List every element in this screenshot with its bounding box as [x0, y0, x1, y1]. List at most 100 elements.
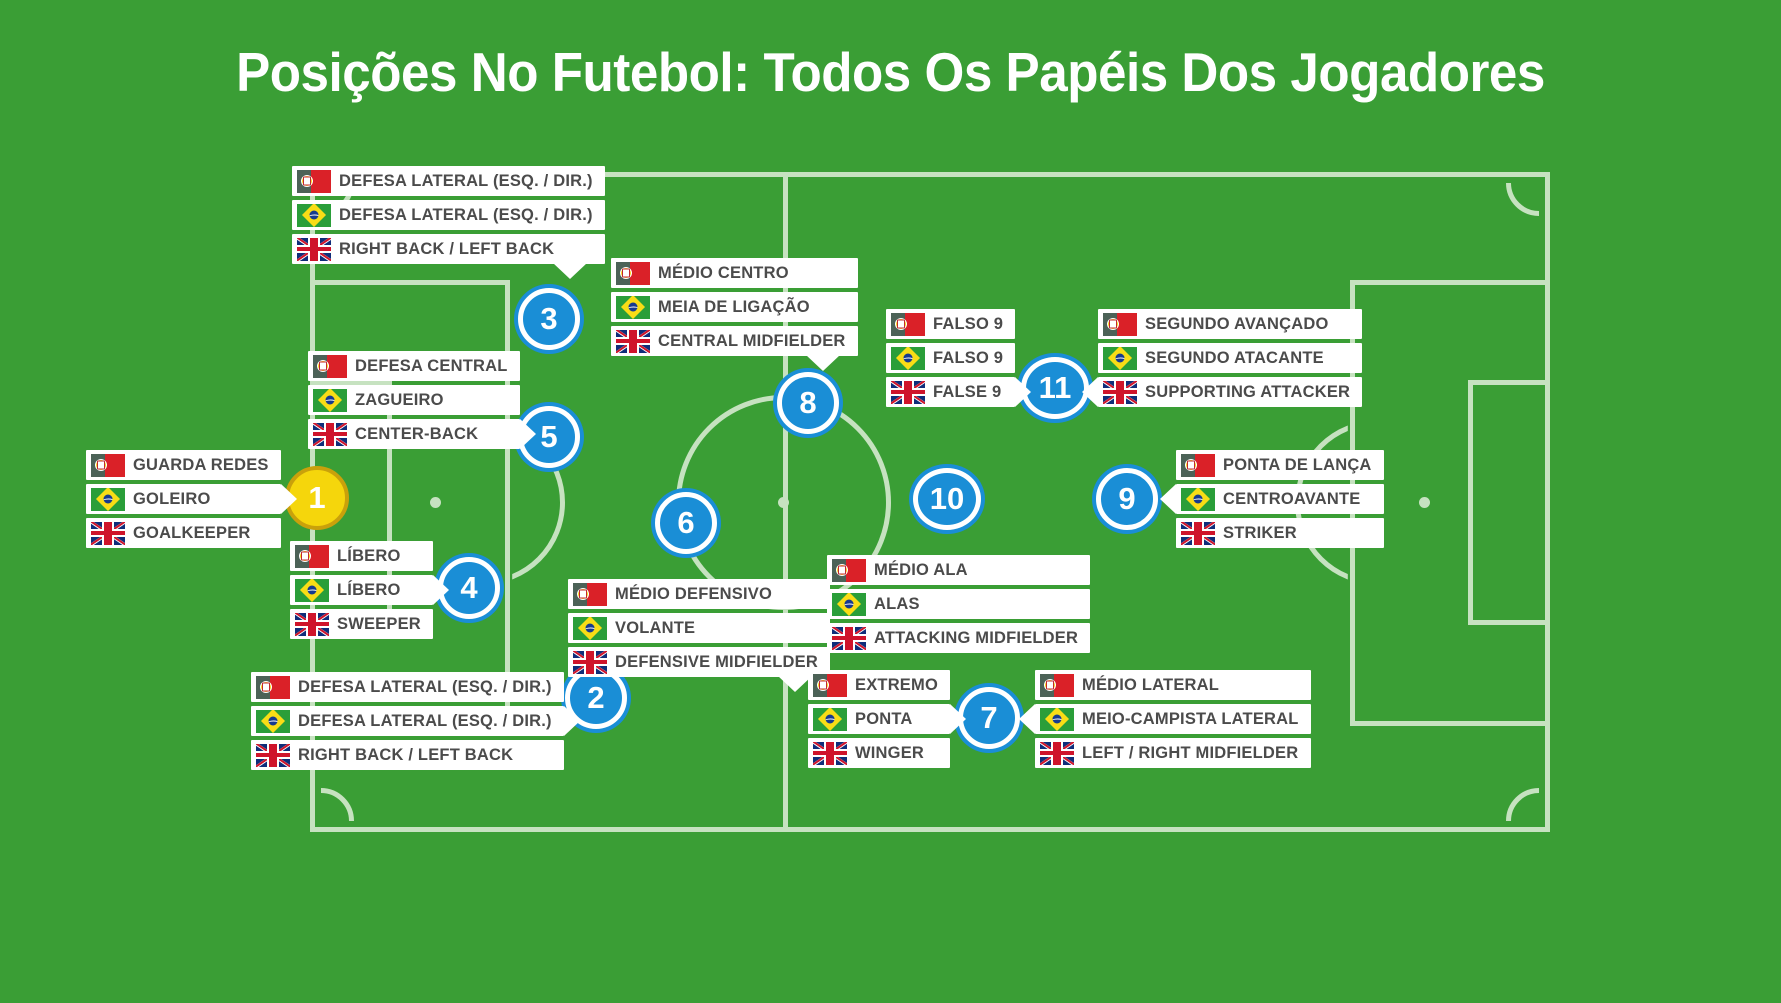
portugal-flag-icon [1103, 312, 1137, 336]
label-row[interactable]: SWEEPER [290, 609, 433, 639]
uk-flag-icon [91, 521, 125, 545]
label-group-11: FALSO 9 FALSO 9 FALSE 9 [886, 309, 1032, 407]
label-group-2: DEFESA LATERAL (ESQ. / DIR.) DEFESA LATE… [251, 672, 580, 770]
label-row[interactable]: WINGER [808, 738, 950, 768]
position-label: CENTER-BACK [355, 424, 479, 443]
position-label: FALSE 9 [933, 382, 1002, 401]
position-circle-3[interactable]: 3 [518, 288, 580, 350]
label-row[interactable]: LÍBERO [290, 541, 433, 571]
label-row[interactable]: GOALKEEPER [86, 518, 281, 548]
label-row[interactable]: PONTA DE LANÇA [1176, 450, 1384, 480]
label-row[interactable]: MÉDIO LATERAL [1035, 670, 1311, 700]
uk-flag-icon [1181, 521, 1215, 545]
position-label: SEGUNDO AVANÇADO [1145, 314, 1329, 333]
label-row[interactable]: MÉDIO DEFENSIVO [568, 579, 830, 609]
position-number: 3 [540, 301, 558, 336]
label-row[interactable]: DEFESA LATERAL (ESQ. / DIR.) [292, 166, 605, 196]
position-label: PONTA DE LANÇA [1223, 455, 1372, 474]
label-row[interactable]: FALSE 9 [886, 377, 1032, 407]
position-number: 5 [540, 419, 558, 454]
brazil-flag-icon [91, 487, 125, 511]
label-row[interactable]: MÉDIO CENTRO [611, 258, 858, 288]
label-row[interactable]: SEGUNDO ATACANTE [1098, 343, 1363, 373]
label-group-5: DEFESA CENTRAL ZAGUEIRO CENTER-BACK [308, 351, 536, 449]
portugal-flag-icon [616, 261, 650, 285]
position-label: MÉDIO ALA [874, 560, 968, 579]
page-title: Posições No Futebol: Todos Os Papéis Dos… [236, 41, 1545, 103]
position-number: 9 [1118, 481, 1136, 516]
label-row[interactable]: VOLANTE [568, 613, 830, 643]
label-row[interactable]: LÍBERO [290, 575, 449, 605]
position-number: 11 [1038, 370, 1072, 405]
label-row[interactable]: FALSO 9 [886, 309, 1016, 339]
label-row[interactable]: DEFESA LATERAL (ESQ. / DIR.) [251, 706, 580, 736]
position-label: ZAGUEIRO [355, 390, 444, 409]
left-penalty-spot [430, 497, 441, 508]
label-row[interactable]: ZAGUEIRO [308, 385, 520, 415]
position-circle-11[interactable]: 11 [1021, 357, 1089, 419]
position-label: ALAS [874, 594, 920, 613]
label-row[interactable]: SUPPORTING ATTACKER [1081, 377, 1363, 407]
label-row[interactable]: SEGUNDO AVANÇADO [1098, 309, 1363, 339]
label-row[interactable]: EXTREMO [808, 670, 950, 700]
label-row[interactable]: GOLEIRO [86, 484, 297, 514]
label-row[interactable]: ALAS [827, 589, 1091, 619]
position-label: RIGHT BACK / LEFT BACK [298, 745, 514, 764]
label-group-10: MÉDIO ALA ALAS ATTACKING MIDFIELDER [827, 555, 1091, 653]
label-row[interactable]: DEFENSIVE MIDFIELDER [568, 647, 830, 692]
position-label: RIGHT BACK / LEFT BACK [339, 239, 555, 258]
uk-flag-icon [256, 743, 290, 767]
position-circle-8[interactable]: 8 [777, 372, 839, 434]
position-label: LÍBERO [337, 546, 401, 565]
position-circle-6[interactable]: 6 [655, 492, 717, 554]
brazil-flag-icon [256, 709, 290, 733]
label-row[interactable]: STRIKER [1176, 518, 1384, 548]
uk-flag-icon [1040, 741, 1074, 765]
label-row[interactable]: PONTA [808, 704, 966, 734]
label-row[interactable]: ATTACKING MIDFIELDER [827, 623, 1091, 653]
position-label: DEFESA LATERAL (ESQ. / DIR.) [298, 677, 552, 696]
label-row[interactable]: MEIA DE LIGAÇÃO [611, 292, 858, 322]
position-label: GOALKEEPER [133, 523, 251, 542]
position-number: 10 [929, 481, 965, 516]
brazil-flag-icon [313, 388, 347, 412]
uk-flag-icon [832, 626, 866, 650]
center-spot [778, 497, 789, 508]
label-row[interactable]: CENTRAL MIDFIELDER [611, 326, 858, 371]
position-label: DEFESA LATERAL (ESQ. / DIR.) [339, 171, 593, 190]
brazil-flag-icon [832, 592, 866, 616]
label-row[interactable]: LEFT / RIGHT MIDFIELDER [1035, 738, 1311, 768]
label-row[interactable]: DEFESA CENTRAL [308, 351, 520, 381]
label-row[interactable]: MEIO-CAMPISTA LATERAL [1019, 704, 1311, 734]
label-row[interactable]: CENTROAVANTE [1160, 484, 1384, 514]
label-row[interactable]: RIGHT BACK / LEFT BACK [251, 740, 564, 770]
portugal-flag-icon [91, 453, 125, 477]
label-group-wide-midfielder: MÉDIO LATERAL MEIO-CAMPISTA LATERAL LEFT… [1019, 670, 1311, 768]
portugal-flag-icon [813, 673, 847, 697]
position-circle-10[interactable]: 10 [913, 468, 981, 530]
position-label: EXTREMO [855, 675, 938, 694]
position-label: FALSO 9 [933, 314, 1004, 333]
label-row[interactable]: DEFESA LATERAL (ESQ. / DIR.) [292, 200, 605, 230]
portugal-flag-icon [256, 675, 290, 699]
position-label: SWEEPER [337, 614, 421, 633]
right-goal-area [1468, 380, 1550, 625]
label-group-4: LÍBERO LÍBERO SWEEPER [290, 541, 449, 639]
portugal-flag-icon [1040, 673, 1074, 697]
position-label: MEIO-CAMPISTA LATERAL [1082, 709, 1299, 728]
brazil-flag-icon [573, 616, 607, 640]
uk-flag-icon [891, 380, 925, 404]
label-group-6: MÉDIO DEFENSIVO VOLANTE DEFENSIVE MIDFIE… [568, 579, 830, 692]
position-circle-7[interactable]: 7 [958, 687, 1020, 749]
portugal-flag-icon [573, 582, 607, 606]
brazil-flag-icon [813, 707, 847, 731]
label-row[interactable]: RIGHT BACK / LEFT BACK [292, 234, 605, 279]
uk-flag-icon [813, 741, 847, 765]
label-row[interactable]: CENTER-BACK [308, 419, 536, 449]
portugal-flag-icon [313, 354, 347, 378]
label-row[interactable]: FALSO 9 [886, 343, 1016, 373]
label-row[interactable]: MÉDIO ALA [827, 555, 1091, 585]
label-row[interactable]: GUARDA REDES [86, 450, 281, 480]
position-circle-9[interactable]: 9 [1096, 468, 1158, 530]
label-row[interactable]: DEFESA LATERAL (ESQ. / DIR.) [251, 672, 564, 702]
